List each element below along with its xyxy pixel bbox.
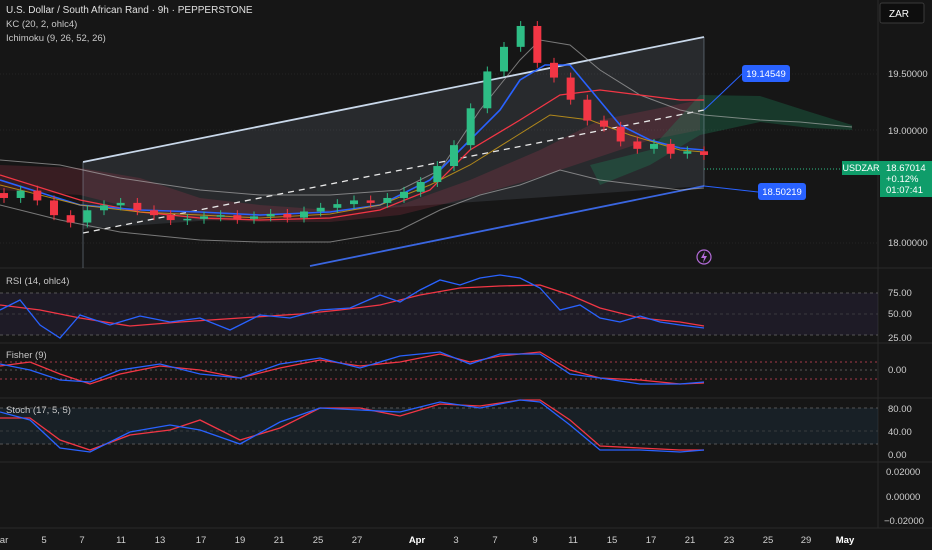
last-symbol-label: USDZAR	[842, 163, 880, 173]
rsi-tick-50: 50.00	[888, 309, 912, 320]
time-axis-label: 23	[724, 535, 735, 546]
stoch-tick-80: 80.00	[888, 404, 912, 415]
candle-body	[600, 120, 608, 127]
bottom-tick-2: 0.00000	[886, 492, 920, 503]
candle-body	[483, 71, 492, 109]
candle-body	[133, 202, 142, 211]
time-axis-label: 3	[453, 535, 458, 546]
candle-body	[516, 25, 525, 47]
price-tick-3: 18.00000	[888, 238, 928, 249]
time-axis-label: 19	[235, 535, 246, 546]
candle-body	[433, 166, 442, 182]
candle-body	[250, 216, 258, 219]
candle-body	[116, 202, 125, 206]
symbol-title[interactable]: U.S. Dollar / South African Rand · 9h · …	[6, 5, 253, 16]
bottom-tick-3: −0.02000	[884, 516, 924, 527]
kc-indicator-label[interactable]: KC (20, 2, ohlc4)	[6, 19, 77, 30]
fisher-tick-0: 0.00	[888, 365, 907, 376]
rsi-tick-75: 75.00	[888, 288, 912, 299]
candle-body	[633, 141, 642, 149]
time-axis-label: 27	[352, 535, 363, 546]
time-axis-label: 25	[313, 535, 324, 546]
tag-lower-label: 18.50219	[762, 187, 802, 198]
bottom-tick-1: 0.02000	[886, 467, 920, 478]
candle-body	[166, 215, 175, 221]
candle-body	[316, 207, 325, 212]
stoch-tick-0: 0.00	[888, 450, 907, 461]
currency-button-label: ZAR	[889, 9, 909, 20]
time-axis-label: 7	[79, 535, 84, 546]
candle-body	[683, 151, 692, 154]
time-axis-label: 17	[196, 535, 207, 546]
time-axis-label: 29	[801, 535, 812, 546]
time-axis-label: ar	[0, 535, 8, 546]
time-axis-label: 13	[155, 535, 166, 546]
candle-body	[50, 200, 58, 216]
time-axis-label: 17	[646, 535, 657, 546]
time-axis-label: 5	[41, 535, 46, 546]
time-axis-label: 11	[568, 535, 578, 546]
last-price-change: +0.12%	[886, 174, 919, 185]
time-axis-label: 11	[116, 535, 126, 546]
last-price-countdown: 01:07:41	[886, 185, 923, 196]
candle-body	[466, 108, 475, 146]
candle-body	[616, 126, 625, 142]
time-axis-label: Apr	[409, 535, 426, 546]
time-axis-label: 7	[492, 535, 497, 546]
candle-body	[266, 213, 275, 217]
candle-body	[366, 200, 375, 203]
time-axis-label: May	[836, 535, 855, 546]
candle-body	[300, 211, 308, 218]
candle-body	[216, 215, 225, 217]
stoch-tick-40: 40.00	[888, 427, 912, 438]
candle-body	[66, 215, 75, 223]
candle-body	[83, 210, 92, 223]
candle-body	[583, 99, 592, 121]
chart-background	[0, 0, 932, 550]
candle-body	[450, 145, 458, 167]
price-tick-1: 19.50000	[888, 69, 928, 80]
candle-body	[200, 216, 208, 219]
candle-body	[16, 190, 25, 198]
candle-body	[650, 143, 658, 149]
candle-body	[350, 200, 358, 205]
candle-body	[400, 191, 408, 198]
time-axis-label: 21	[685, 535, 696, 546]
time-axis-label: 21	[274, 535, 285, 546]
candle-body	[416, 182, 425, 192]
time-axis-label: 9	[532, 535, 537, 546]
candle-body	[700, 151, 708, 155]
stoch-label[interactable]: Stoch (17, 5, 5)	[6, 405, 71, 416]
candle-body	[150, 210, 158, 216]
ichimoku-indicator-label[interactable]: Ichimoku (9, 26, 52, 26)	[6, 33, 106, 44]
rsi-tick-25: 25.00	[888, 333, 912, 344]
candle-body	[666, 143, 675, 154]
candle-body	[233, 215, 242, 219]
candle-body	[183, 218, 192, 221]
candle-body	[283, 213, 292, 218]
candle-body	[566, 77, 575, 100]
candle-body	[333, 204, 342, 208]
fisher-label[interactable]: Fisher (9)	[6, 350, 47, 361]
price-tick-2: 19.00000	[888, 126, 928, 137]
candle-body	[0, 193, 8, 198]
candle-body	[500, 46, 508, 72]
time-axis-label: 15	[607, 535, 618, 546]
candle-body	[550, 62, 558, 78]
candle-body	[33, 190, 42, 201]
candle-body	[100, 205, 108, 211]
stoch-band	[0, 408, 878, 444]
candle-body	[533, 25, 542, 63]
time-axis-label: 25	[763, 535, 774, 546]
rsi-label[interactable]: RSI (14, ohlc4)	[6, 276, 69, 287]
candle-body	[383, 197, 392, 203]
last-price-value: 18.67014	[886, 163, 926, 174]
price-chart[interactable]: 19.50000 19.00000 18.00000 19.14549 18.5…	[0, 0, 932, 550]
tag-upper-label: 19.14549	[746, 69, 786, 80]
